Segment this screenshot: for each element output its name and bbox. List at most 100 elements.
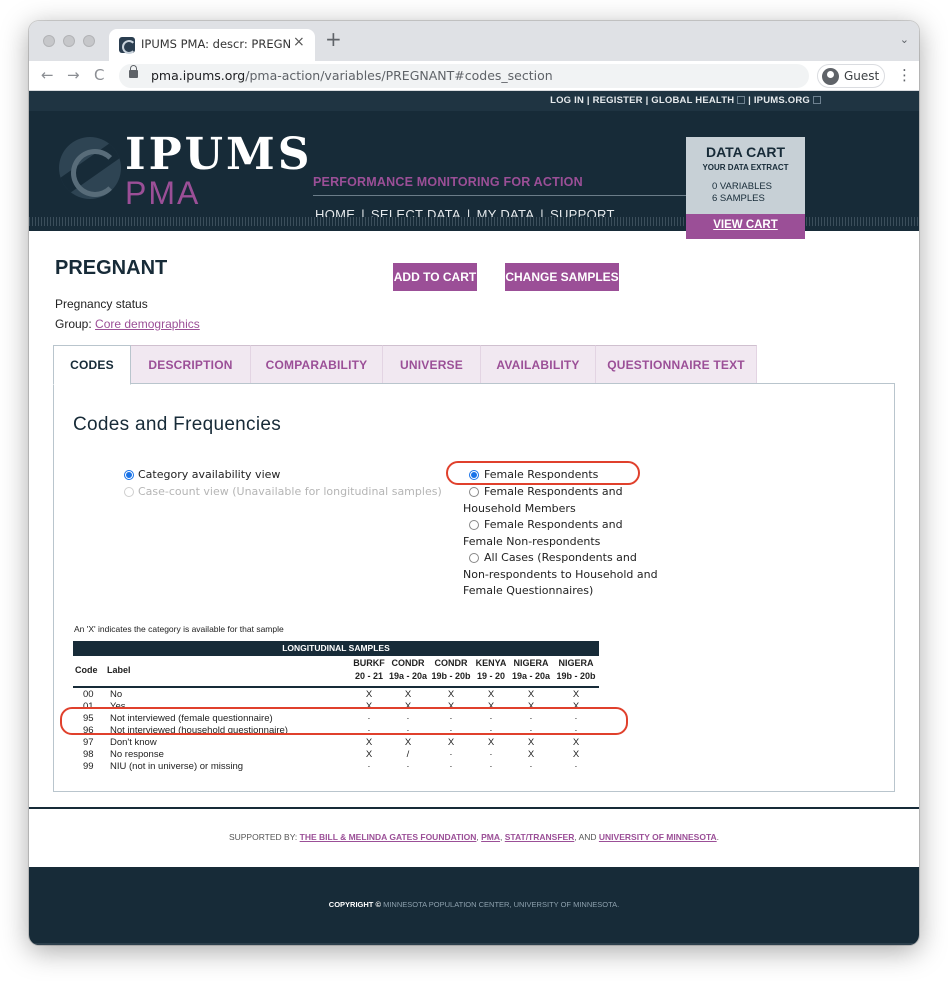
tab-codes[interactable]: CODES: [53, 345, 131, 385]
stat-transfer-link[interactable]: STAT/TRANSFER: [505, 832, 575, 842]
register-link[interactable]: REGISTER: [593, 95, 643, 106]
view-cart-button[interactable]: VIEW CART: [686, 214, 805, 239]
group-link[interactable]: Core demographics: [95, 317, 200, 331]
logo-ipums-text[interactable]: IPUMS: [125, 129, 313, 180]
table-row: 99 NIU (not in universe) or missing · · …: [73, 761, 599, 773]
web-page: LOG IN | REGISTER | GLOBAL HEALTH | IPUM…: [29, 91, 919, 945]
row-value: ·: [489, 761, 493, 772]
col-sample-bottom: 19b - 20b: [431, 671, 471, 681]
global-health-link[interactable]: GLOBAL HEALTH: [651, 95, 734, 106]
row-value: X: [527, 749, 535, 760]
url-host: pma.ipums.org: [151, 68, 246, 83]
minimize-window-icon[interactable]: [63, 35, 75, 47]
col-code: Code: [75, 665, 98, 675]
row-value: ·: [406, 761, 410, 772]
case-count-view-radio: [124, 487, 134, 497]
site-footer: COPYRIGHT © MINNESOTA POPULATION CENTER,…: [29, 867, 919, 945]
forward-arrow-icon[interactable]: →: [67, 66, 80, 84]
tab-availability[interactable]: AVAILABILITY: [481, 345, 596, 385]
tab-universe[interactable]: UNIVERSE: [383, 345, 481, 385]
col-sample-bottom: 19 - 20: [476, 671, 506, 681]
row-value: X: [572, 749, 580, 760]
group-label: Group:: [55, 317, 96, 331]
variable-group: Group: Core demographics: [55, 317, 200, 331]
supported-prefix: SUPPORTED BY:: [228, 832, 300, 842]
row-value: X: [572, 689, 580, 700]
row-value: X: [404, 689, 412, 700]
row-value: /: [406, 749, 410, 760]
close-window-icon[interactable]: [43, 35, 55, 47]
cart-samples-count: 6 SAMPLES: [712, 193, 765, 204]
maximize-window-icon[interactable]: [83, 35, 95, 47]
col-sample-bottom: 20 - 21: [354, 671, 384, 681]
pma-link[interactable]: PMA: [481, 832, 500, 842]
browser-tab-title: IPUMS PMA: descr: PREGNANT: [141, 37, 291, 51]
col-sample-top: BURKF: [353, 658, 385, 668]
col-sample-bottom: 19a - 20a: [388, 671, 428, 681]
row-value: X: [527, 737, 535, 748]
availability-note: An 'X' indicates the category is availab…: [74, 624, 284, 634]
site-tagline: PERFORMANCE MONITORING FOR ACTION: [313, 175, 583, 189]
external-link-icon: [737, 96, 746, 104]
ipums-logo-icon[interactable]: [59, 137, 121, 199]
copyright: COPYRIGHT © MINNESOTA POPULATION CENTER,…: [29, 900, 919, 909]
cart-title: DATA CART: [705, 144, 786, 160]
gates-foundation-link[interactable]: THE BILL & MELINDA GATES FOUNDATION: [300, 832, 477, 842]
row-value: X: [365, 737, 373, 748]
row-code: 99: [83, 761, 94, 772]
browser-tab[interactable]: IPUMS PMA: descr: PREGNANT ×: [109, 29, 315, 61]
table-row: 98 No response X / · · X X: [73, 749, 599, 761]
col-sample-top: KENYA: [475, 658, 507, 668]
row-value: X: [404, 737, 412, 748]
browser-window: IPUMS PMA: descr: PREGNANT × + ⌄ ← → C p…: [29, 21, 919, 945]
url-text: pma.ipums.org/pma-action/variables/PREGN…: [151, 68, 553, 83]
table-row: 97 Don't know X X X X X X: [73, 737, 599, 749]
row-label: NIU (not in universe) or missing: [110, 761, 244, 772]
row-value: ·: [449, 761, 453, 772]
logo-pma-text[interactable]: PMA: [125, 175, 200, 212]
umn-link[interactable]: UNIVERSITY OF MINNESOTA: [599, 832, 717, 842]
change-samples-button[interactable]: CHANGE SAMPLES: [505, 263, 619, 291]
cart-subtitle: YOUR DATA EXTRACT: [702, 163, 789, 172]
browser-toolbar: ← → C pma.ipums.org/pma-action/variables…: [29, 61, 919, 91]
row-code: 97: [83, 737, 94, 748]
login-link[interactable]: LOG IN: [550, 95, 584, 106]
row-value: X: [365, 749, 373, 760]
utility-links: LOG IN | REGISTER | GLOBAL HEALTH | IPUM…: [550, 95, 821, 106]
table-row: 00 No X X X X X X: [73, 689, 599, 701]
data-cart: DATA CART YOUR DATA EXTRACT 0 VARIABLES …: [686, 137, 805, 239]
close-tab-icon[interactable]: ×: [293, 34, 305, 50]
tab-description[interactable]: DESCRIPTION: [131, 345, 251, 385]
back-arrow-icon[interactable]: ←: [41, 66, 54, 84]
variable-title: PREGNANT: [55, 257, 168, 279]
browser-tab-bar: IPUMS PMA: descr: PREGNANT × + ⌄: [29, 21, 919, 61]
col-sample-top: CONDR: [434, 658, 468, 668]
external-link-icon: [813, 96, 821, 104]
row-code: 00: [83, 689, 94, 700]
ipums-org-link[interactable]: IPUMS.ORG: [754, 95, 810, 106]
tab-search-icon[interactable]: ⌄: [900, 33, 909, 46]
new-tab-button[interactable]: +: [325, 27, 342, 51]
copyright-text: MINNESOTA POPULATION CENTER, UNIVERSITY …: [380, 900, 620, 909]
add-to-cart-button[interactable]: ADD TO CART: [393, 263, 477, 291]
profile-button[interactable]: Guest: [817, 64, 885, 88]
supported-suffix: .: [716, 832, 720, 842]
row-label: No: [110, 689, 123, 700]
ipums-favicon-icon: [119, 37, 136, 54]
respondents-household-label: Female Respondents and Household Members: [463, 485, 623, 515]
lock-icon: [129, 65, 138, 78]
browser-menu-icon[interactable]: ⋮: [897, 66, 912, 84]
variable-description: Pregnancy status: [55, 297, 148, 311]
tab-comparability[interactable]: COMPARABILITY: [251, 345, 383, 385]
row-value: X: [572, 737, 580, 748]
reload-icon[interactable]: C: [94, 66, 104, 84]
address-bar[interactable]: pma.ipums.org/pma-action/variables/PREGN…: [119, 64, 809, 88]
tab-questionnaire-text[interactable]: QUESTIONNAIRE TEXT: [596, 345, 757, 385]
annotation-highlight-rows: [60, 707, 628, 735]
col-label: Label: [107, 665, 131, 675]
annotation-highlight-universe: [446, 461, 640, 485]
category-view-radio[interactable]: [124, 470, 134, 480]
codes-panel: Codes and Frequencies Category availabil…: [53, 383, 895, 792]
table-header-longitudinal: LONGITUDINAL SAMPLES: [73, 641, 599, 656]
footer-bottom-strip: [29, 943, 919, 945]
